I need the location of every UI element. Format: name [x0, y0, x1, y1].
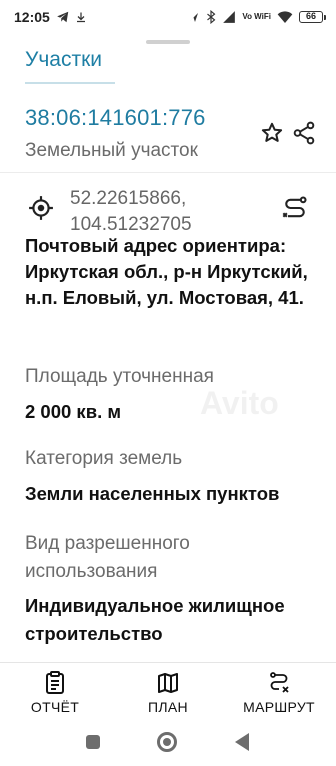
- land-category-label: Категория земель: [25, 448, 183, 469]
- share-icon: [293, 121, 315, 145]
- telegram-icon: [56, 11, 69, 23]
- locate-button[interactable]: [26, 193, 56, 223]
- sheet-drag-handle[interactable]: [146, 40, 190, 44]
- battery-level: 66: [299, 11, 323, 23]
- home-button[interactable]: [157, 732, 177, 752]
- status-bar: 12:05 Vo WiFi 66: [0, 0, 336, 34]
- watermark: Avito: [200, 385, 279, 421]
- bluetooth-icon: [207, 10, 216, 24]
- system-navigation-bar: [0, 720, 336, 766]
- route-nav-button[interactable]: МАРШРУТ: [224, 671, 334, 715]
- gps-target-icon: [29, 196, 53, 220]
- network-label: Vo WiFi: [242, 12, 271, 21]
- notification-icons: [56, 10, 87, 24]
- signal-icon: [223, 11, 236, 23]
- plan-label: ПЛАН: [148, 699, 188, 715]
- coordinates-latitude: 52.22615866,: [70, 188, 187, 209]
- area-value: 2 000 кв. м: [25, 401, 122, 422]
- coordinates[interactable]: 52.22615866, 104.51232705: [70, 186, 192, 234]
- land-category-value: Земли населенных пунктов: [25, 483, 280, 504]
- cadastral-number[interactable]: 38:06:141601:776: [25, 105, 206, 131]
- divider: [0, 172, 336, 173]
- wifi-icon: [277, 11, 293, 23]
- system-icons: Vo WiFi 66: [188, 10, 326, 24]
- map-icon: [155, 671, 181, 695]
- location-arrow-icon: [190, 13, 199, 22]
- object-type: Земельный участок: [25, 140, 198, 161]
- share-button[interactable]: [289, 118, 319, 148]
- battery-icon: 66: [299, 11, 326, 23]
- coordinates-longitude: 104.51232705: [70, 214, 192, 234]
- download-icon: [76, 12, 85, 23]
- favorite-button[interactable]: [258, 119, 286, 147]
- plan-button[interactable]: ПЛАН: [113, 671, 223, 715]
- breadcrumb-underline: [25, 82, 115, 84]
- report-button[interactable]: ОТЧЁТ: [0, 671, 110, 715]
- permitted-use-value: Индивидуальное жилищное строительство: [25, 595, 285, 644]
- breadcrumb-parcels[interactable]: Участки: [25, 48, 102, 72]
- route-label: МАРШРУТ: [243, 699, 315, 715]
- report-label: ОТЧЁТ: [30, 699, 80, 715]
- bottom-action-bar: ОТЧЁТ ПЛАН МАРШРУТ: [0, 663, 336, 718]
- star-icon: [261, 122, 283, 142]
- route-button[interactable]: [279, 193, 311, 223]
- postal-address: Почтовый адрес ориентира: Иркутская обл.…: [25, 235, 308, 308]
- report-icon: [42, 671, 68, 695]
- back-button[interactable]: [235, 733, 249, 751]
- area-label: Площадь уточненная: [25, 366, 214, 387]
- route-icon: [282, 196, 307, 218]
- status-time: 12:05: [14, 9, 50, 25]
- permitted-use-label: Вид разрешенного использования: [25, 533, 190, 582]
- route-cancel-icon: [266, 671, 292, 695]
- recents-button[interactable]: [86, 735, 100, 749]
